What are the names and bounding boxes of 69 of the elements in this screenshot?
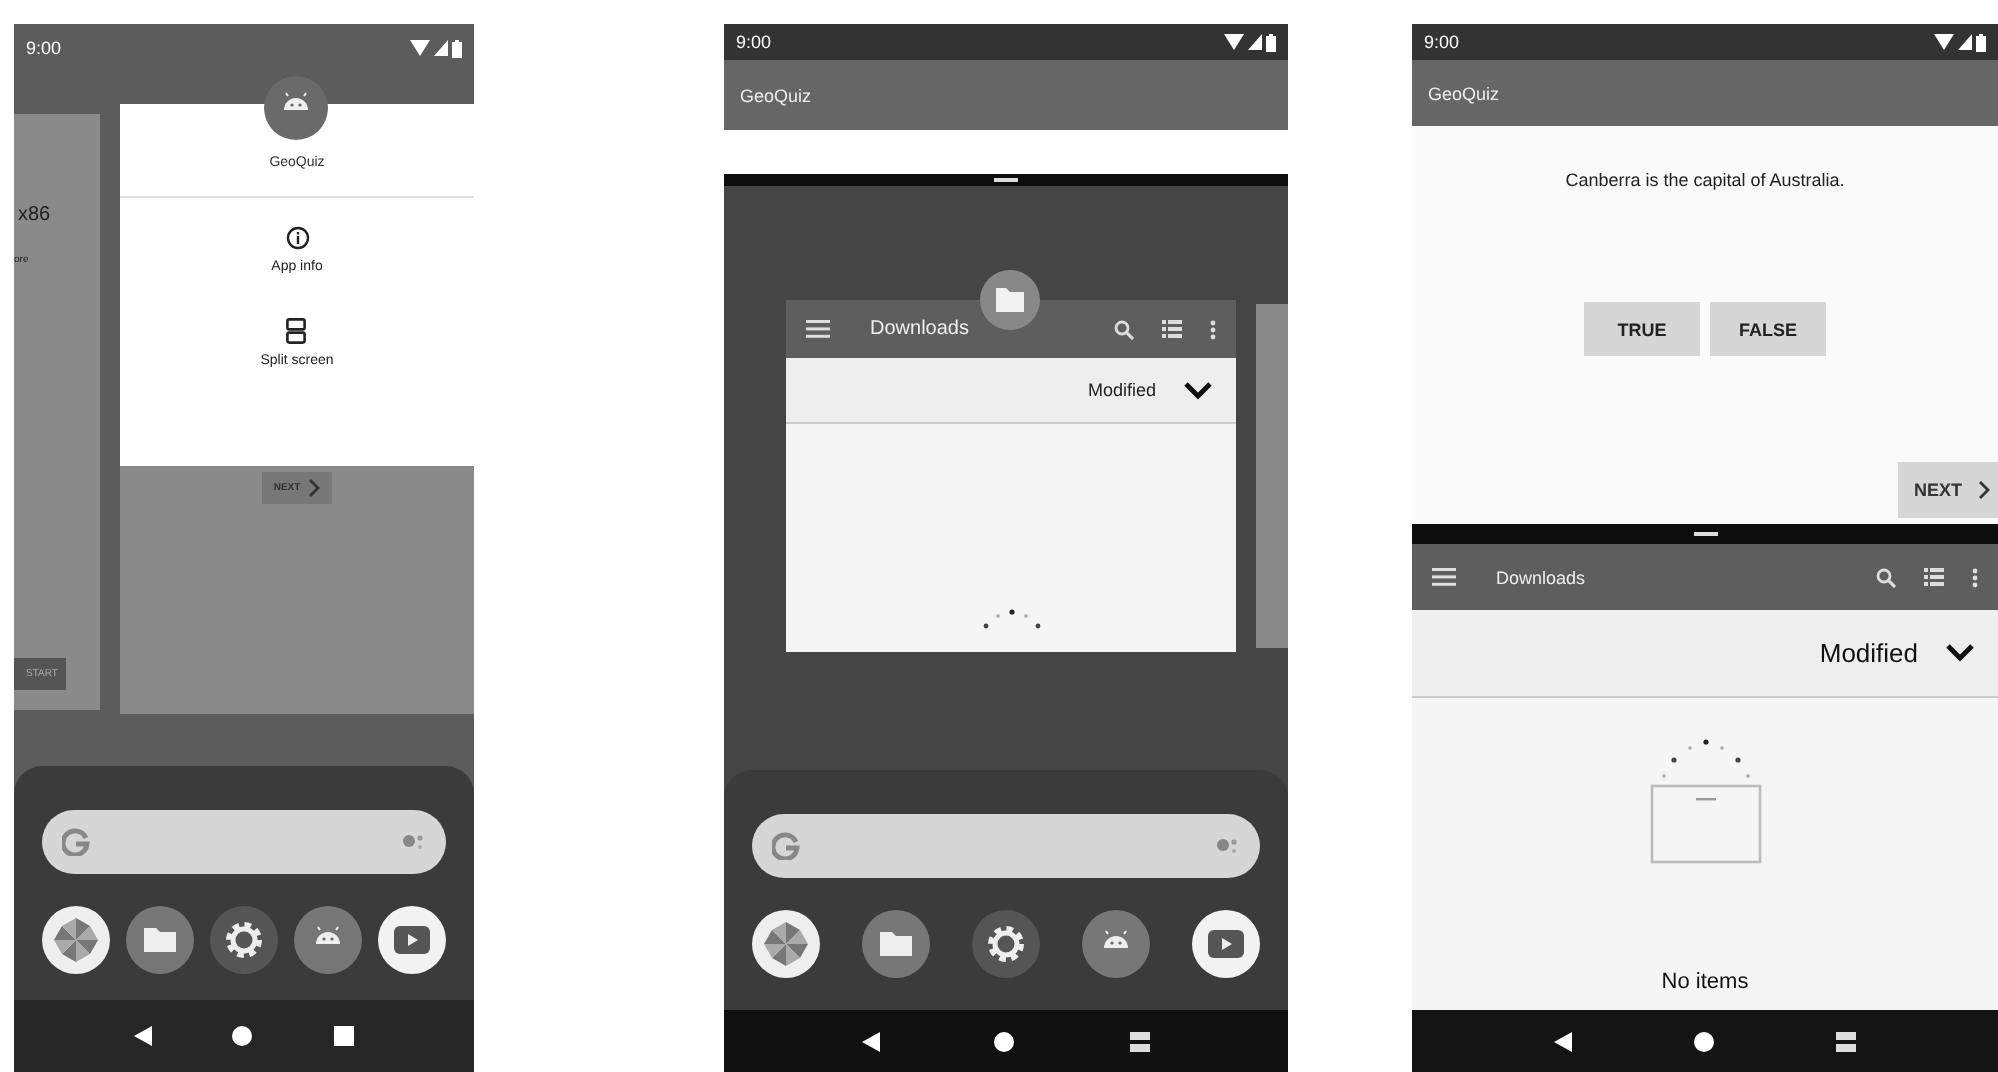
pinwheel-icon[interactable] <box>752 910 820 978</box>
recents-icon[interactable] <box>1836 1031 1857 1051</box>
battery-icon <box>1976 33 1986 51</box>
toolbar-title: Downloads <box>870 318 969 340</box>
info-icon <box>285 226 309 250</box>
sort-dropdown[interactable]: Modified <box>786 358 1236 424</box>
toolbar-title: Downloads <box>1496 567 1586 587</box>
home-icon[interactable] <box>1693 1031 1714 1051</box>
recents-icon[interactable] <box>1130 1031 1151 1051</box>
wifi-icon <box>410 40 430 56</box>
split-handle[interactable] <box>1693 532 1717 536</box>
settings-icon[interactable] <box>210 906 278 974</box>
google-logo-icon <box>62 828 90 856</box>
back-icon[interactable] <box>861 1031 880 1051</box>
chevron-down-icon <box>1184 381 1212 399</box>
recents-icon[interactable] <box>333 1026 354 1046</box>
empty-message: No items <box>1661 970 1749 994</box>
search-icon[interactable] <box>1114 319 1134 339</box>
android-icon[interactable] <box>294 906 362 974</box>
chevron-right-icon <box>1978 480 1990 500</box>
question-text: Canberra is the capital of Australia. <box>1565 170 1845 190</box>
app-card[interactable]: Downloads Modified <box>786 300 1236 652</box>
chevron-right-icon <box>308 478 321 498</box>
status-time: 9:00 <box>1424 32 1460 52</box>
list-view-icon[interactable] <box>1162 320 1182 338</box>
app-title: GeoQuiz <box>1428 83 1500 103</box>
list-view-icon[interactable] <box>1924 568 1944 586</box>
home-icon[interactable] <box>994 1031 1015 1051</box>
settings-icon[interactable] <box>972 910 1040 978</box>
status-time: 9:00 <box>736 32 772 52</box>
answer-button[interactable]: TRUE <box>1584 302 1700 356</box>
more-icon[interactable] <box>1972 567 1978 587</box>
app-title: GeoQuiz <box>740 85 812 105</box>
back-icon[interactable] <box>134 1026 153 1046</box>
more-icon[interactable] <box>1210 319 1216 339</box>
back-icon[interactable] <box>1553 1031 1572 1051</box>
answer-button[interactable]: FALSE <box>1710 302 1826 356</box>
split-screen-icon <box>286 318 307 344</box>
next-button[interactable]: NEXT <box>1897 462 1998 518</box>
search-bar[interactable] <box>752 814 1260 878</box>
search-bar[interactable] <box>42 810 446 874</box>
assistant-icon <box>1216 836 1240 856</box>
folder-icon <box>980 270 1040 330</box>
folder-icon[interactable] <box>126 906 194 974</box>
google-logo-icon <box>772 832 800 860</box>
status-time: 9:00 <box>26 38 62 58</box>
empty-state-drawing <box>1649 738 1761 866</box>
chevron-down-icon <box>1946 644 1974 662</box>
sort-dropdown[interactable]: Modified <box>1412 610 1998 698</box>
wifi-icon <box>1224 34 1244 50</box>
battery-icon <box>452 39 462 57</box>
menu-icon[interactable] <box>806 320 830 338</box>
menu-icon[interactable] <box>1432 568 1456 586</box>
play-icon[interactable] <box>378 906 446 974</box>
play-icon[interactable] <box>1192 910 1260 978</box>
folder-icon[interactable] <box>862 910 930 978</box>
wifi-icon <box>1934 34 1954 50</box>
signal-icon <box>1248 34 1262 50</box>
assistant-icon <box>402 832 426 852</box>
search-icon[interactable] <box>1876 567 1896 587</box>
signal-icon <box>434 40 448 56</box>
home-icon[interactable] <box>232 1026 253 1046</box>
pinwheel-icon[interactable] <box>42 906 110 974</box>
battery-icon <box>1266 33 1276 51</box>
android-icon[interactable] <box>1082 910 1150 978</box>
signal-icon <box>1958 34 1972 50</box>
android-icon <box>264 76 328 140</box>
split-handle[interactable] <box>994 178 1018 182</box>
card-text: x86 <box>16 204 53 226</box>
